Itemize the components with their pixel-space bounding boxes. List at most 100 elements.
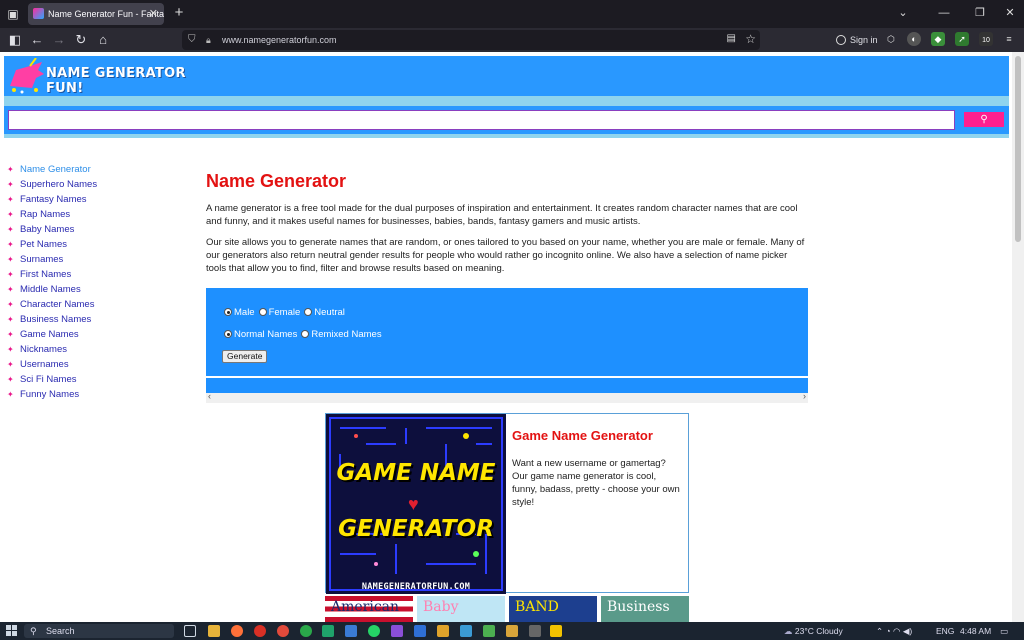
tab-list-icon[interactable]: ▣ bbox=[4, 5, 22, 23]
sidebar-item-funny-names[interactable]: ✦ Funny Names bbox=[6, 387, 186, 402]
forward-icon[interactable]: → bbox=[50, 31, 68, 49]
featured-game-card[interactable]: GAME NAME ♥ GENERATOR NAMEGENERATORFUN.C… bbox=[325, 413, 689, 594]
browser-tab[interactable]: Name Generator Fun - Fantasy ✕ bbox=[28, 3, 164, 25]
network-icon[interactable]: ◔ bbox=[886, 626, 891, 636]
chrome-alt-icon[interactable] bbox=[277, 625, 289, 637]
sidebar-item-baby-names[interactable]: ✦ Baby Names bbox=[6, 222, 186, 237]
star-bullet-icon: ✦ bbox=[7, 300, 14, 309]
sidebar-item-first-names[interactable]: ✦ First Names bbox=[6, 267, 186, 282]
name-type-radio-label[interactable]: Normal Names bbox=[234, 329, 297, 340]
store-icon[interactable] bbox=[345, 625, 357, 637]
home-icon[interactable]: ⌂ bbox=[94, 31, 112, 49]
firefox-icon[interactable] bbox=[231, 625, 243, 637]
extension-green-icon[interactable]: ◆ bbox=[931, 32, 945, 46]
system-tray-icons[interactable]: ⌃ ◔ ◠ ◀) bbox=[876, 622, 912, 640]
site-search-input[interactable] bbox=[8, 110, 955, 130]
taskbar-search[interactable]: ⚲ Search bbox=[24, 624, 174, 638]
app-yellow-icon[interactable] bbox=[550, 625, 562, 637]
sidebar-item-superhero-names[interactable]: ✦ Superhero Names bbox=[6, 177, 186, 192]
app-green-icon[interactable] bbox=[483, 625, 495, 637]
file-explorer-icon[interactable] bbox=[208, 625, 220, 637]
sidebar-item-business-names[interactable]: ✦ Business Names bbox=[6, 312, 186, 327]
tray-chevron-icon[interactable]: ⌃ bbox=[876, 626, 883, 636]
name-type-radio-label[interactable]: Remixed Names bbox=[311, 329, 381, 340]
outlook-icon[interactable] bbox=[414, 625, 426, 637]
sidebar-item-rap-names[interactable]: ✦ Rap Names bbox=[6, 207, 186, 222]
visual-studio-icon[interactable] bbox=[391, 625, 403, 637]
back-icon[interactable]: ← bbox=[28, 31, 46, 49]
page-scrollbar-thumb[interactable] bbox=[1015, 56, 1021, 242]
whatsapp-icon[interactable] bbox=[368, 625, 380, 637]
extension-arrow-icon[interactable]: ➚ bbox=[955, 32, 969, 46]
language-indicator[interactable]: ENG bbox=[936, 622, 954, 640]
sidebar-item-usernames[interactable]: ✦ Usernames bbox=[6, 357, 186, 372]
chrome-green-icon[interactable] bbox=[300, 625, 312, 637]
extensions-icon[interactable]: ⬡ bbox=[884, 32, 898, 46]
weather-widget[interactable]: ☁ 23°C Cloudy bbox=[784, 622, 843, 640]
chrome-icon[interactable] bbox=[254, 625, 266, 637]
restore-icon[interactable]: ❐ bbox=[970, 4, 990, 22]
address-bar[interactable]: ⛉ 🔒︎ www.namegeneratorfun.com ▤ ☆ bbox=[182, 30, 760, 50]
featured-card-title[interactable]: Game Name Generator bbox=[512, 428, 682, 443]
sidebar-item-pet-names[interactable]: ✦ Pet Names bbox=[6, 237, 186, 252]
reload-icon[interactable]: ↻ bbox=[72, 31, 90, 49]
volume-icon[interactable]: ◀) bbox=[903, 626, 912, 636]
extension-ublock-icon[interactable]: ◐ bbox=[907, 32, 921, 46]
sidebar-item-label: Business Names bbox=[20, 314, 92, 325]
lock-icon[interactable]: 🔒︎ bbox=[206, 34, 216, 46]
gender-radio-label[interactable]: Neutral bbox=[314, 307, 345, 318]
results-horizontal-scrollbar[interactable]: ‹ › bbox=[206, 391, 808, 403]
sidebar-toggle-icon[interactable]: ◧ bbox=[6, 31, 24, 49]
extension-badge-icon[interactable]: 10 bbox=[979, 32, 993, 46]
name-type-radio-remixed-names[interactable] bbox=[301, 330, 310, 338]
tracking-shield-icon[interactable]: ⛉ bbox=[188, 34, 196, 46]
sidebar-item-middle-names[interactable]: ✦ Middle Names bbox=[6, 282, 186, 297]
sidebar-item-nicknames[interactable]: ✦ Nicknames bbox=[6, 342, 186, 357]
clock[interactable]: 4:48 AM bbox=[960, 622, 991, 640]
gender-radio-male[interactable] bbox=[224, 308, 232, 316]
edge-icon[interactable] bbox=[322, 625, 334, 637]
scroll-right-icon[interactable]: › bbox=[803, 391, 806, 401]
sidebar-item-surnames[interactable]: ✦ Surnames bbox=[6, 252, 186, 267]
bookmark-star-icon[interactable]: ☆ bbox=[745, 32, 756, 46]
url-text[interactable]: www.namegeneratorfun.com bbox=[222, 30, 337, 50]
minimize-icon[interactable]: — bbox=[934, 4, 954, 22]
tab-overflow-chevron-icon[interactable]: ⌄ bbox=[893, 4, 913, 22]
menu-icon[interactable]: ≡ bbox=[1002, 32, 1016, 46]
site-logo[interactable]: NAME GENERATOR FUN! bbox=[6, 57, 206, 96]
scroll-left-icon[interactable]: ‹ bbox=[208, 391, 211, 401]
name-type-radio-normal-names[interactable] bbox=[224, 330, 232, 338]
sidebar-item-sci-fi-names[interactable]: ✦ Sci Fi Names bbox=[6, 372, 186, 387]
game-name-generator-image[interactable]: GAME NAME ♥ GENERATOR NAMEGENERATORFUN.C… bbox=[326, 414, 506, 594]
thumbnail-band[interactable]: BAND bbox=[509, 596, 597, 622]
media-player-icon[interactable] bbox=[506, 625, 518, 637]
new-tab-icon[interactable]: + bbox=[170, 4, 188, 22]
thumbnail-business[interactable]: Business bbox=[601, 596, 689, 622]
generate-button[interactable]: Generate bbox=[222, 350, 268, 363]
sidebar-item-fantasy-names[interactable]: ✦ Fantasy Names bbox=[6, 192, 186, 207]
windows-start-icon[interactable] bbox=[6, 625, 18, 637]
photos-icon[interactable] bbox=[460, 625, 472, 637]
gender-radio-neutral[interactable] bbox=[304, 308, 313, 316]
tab-close-icon[interactable]: ✕ bbox=[149, 3, 158, 25]
wifi-icon[interactable]: ◠ bbox=[893, 626, 900, 636]
sidebar-item-game-names[interactable]: ✦ Game Names bbox=[6, 327, 186, 342]
page-scrollbar[interactable] bbox=[1012, 52, 1024, 622]
close-window-icon[interactable]: ✕ bbox=[1000, 4, 1020, 22]
site-search-button[interactable]: ⚲ bbox=[964, 112, 1004, 127]
thumbnail-american[interactable]: American bbox=[325, 596, 413, 622]
notifications-icon[interactable]: ▭ bbox=[1000, 622, 1008, 640]
gender-radio-female[interactable] bbox=[258, 308, 267, 316]
thumbnail-baby[interactable]: Baby bbox=[417, 596, 505, 622]
sidebar-item-character-names[interactable]: ✦ Character Names bbox=[6, 297, 186, 312]
gender-radio-label[interactable]: Female bbox=[269, 307, 301, 318]
reader-view-icon[interactable]: ▤ bbox=[727, 33, 736, 44]
sign-in-button[interactable]: Sign in bbox=[836, 31, 878, 49]
task-view-icon[interactable] bbox=[184, 625, 196, 637]
sticky-notes-icon[interactable] bbox=[437, 625, 449, 637]
app-grey-icon[interactable] bbox=[529, 625, 541, 637]
gender-radio-label[interactable]: Male bbox=[234, 307, 255, 318]
taskbar-search-icon: ⚲ bbox=[30, 626, 37, 636]
sidebar-item-name-generator[interactable]: ✦ Name Generator bbox=[6, 162, 186, 177]
sidebar-item-label: Surnames bbox=[20, 254, 64, 265]
